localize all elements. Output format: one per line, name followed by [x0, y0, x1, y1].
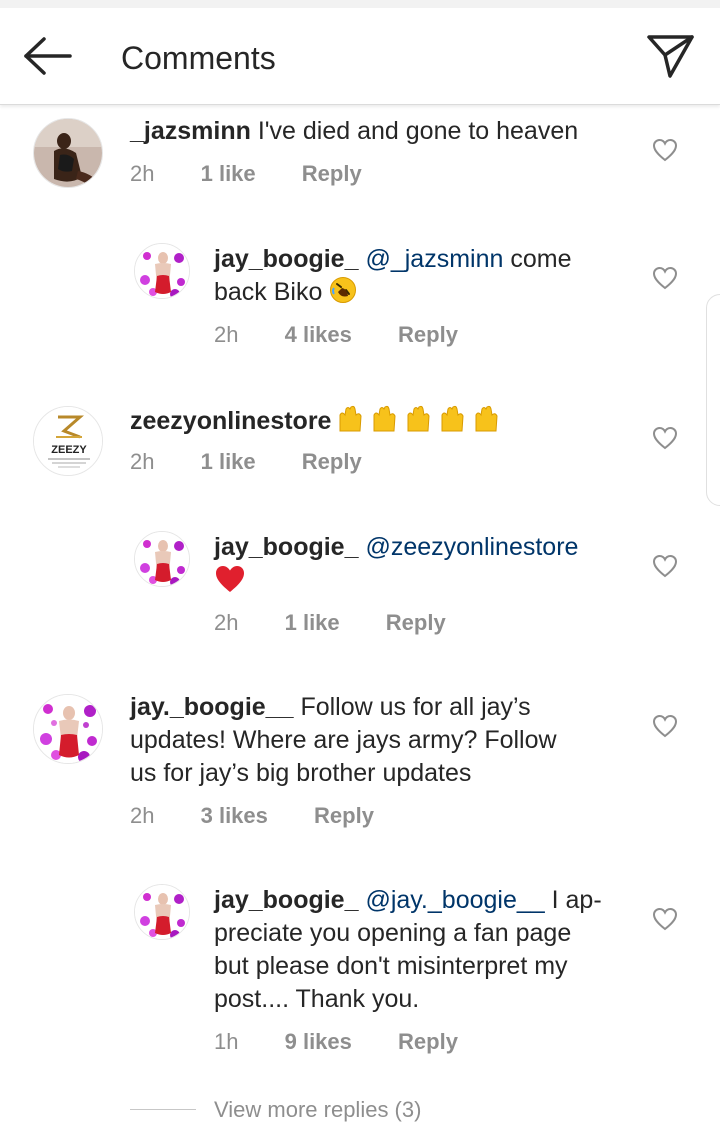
mention-link[interactable]: @zeezyonlinestore — [365, 533, 578, 561]
rolling-laughing-emoji — [329, 276, 357, 313]
heart-icon[interactable] — [652, 426, 678, 450]
reply-button[interactable]: Reply — [398, 1028, 458, 1056]
comment-likes[interactable]: 3 likes — [201, 802, 268, 830]
reply-button[interactable]: Reply — [302, 160, 362, 188]
comment-likes[interactable]: 1 like — [201, 448, 256, 476]
comment-text: preciate you opening a fan page — [214, 919, 572, 947]
comment-username[interactable]: jay_boogie_ — [214, 533, 359, 561]
reply-button[interactable]: Reply — [302, 448, 362, 476]
comment-text: come — [510, 245, 572, 273]
heart-icon[interactable] — [652, 554, 678, 578]
avatar[interactable] — [134, 243, 190, 299]
reply-button[interactable]: Reply — [398, 321, 458, 349]
comment-username[interactable]: jay._boogie__ — [130, 693, 294, 721]
comment-likes[interactable]: 1 like — [285, 609, 340, 637]
back-arrow-icon[interactable] — [22, 36, 74, 76]
comment-text: post.... Thank you. — [214, 985, 420, 1013]
mention-link[interactable]: @jay._boogie__ — [365, 886, 544, 914]
reply-button[interactable]: Reply — [314, 802, 374, 830]
comment-text: I ap- — [551, 886, 602, 914]
comment-text: updates! Where are jays army? Follow — [130, 726, 557, 754]
avatar[interactable] — [33, 694, 103, 764]
comment-time: 2h — [214, 322, 239, 347]
comment-text: us for jay’s big brother updates — [130, 759, 472, 787]
heart-icon[interactable] — [652, 138, 678, 162]
comment-text: Follow us for all jay’s — [300, 693, 531, 721]
comment-username[interactable]: zeezyonlinestore — [130, 407, 331, 435]
comment-text: back Biko — [214, 278, 323, 306]
comment-time: 2h — [130, 449, 155, 474]
zeezy-logo-text: ZEEZY — [51, 444, 87, 456]
comment-username[interactable]: jay_boogie_ — [214, 886, 359, 914]
send-icon[interactable] — [644, 32, 696, 82]
red-heart-emoji — [214, 564, 246, 603]
comment-time: 2h — [130, 161, 155, 186]
comment-likes[interactable]: 1 like — [201, 160, 256, 188]
side-overlay-edge — [706, 294, 720, 506]
header-bar: Comments — [0, 8, 720, 105]
reply-button[interactable]: Reply — [386, 609, 446, 637]
view-more-replies-button[interactable]: View more replies (3) — [214, 1096, 421, 1124]
heart-icon[interactable] — [652, 714, 678, 738]
comment-username[interactable]: _jazsminn — [130, 117, 251, 145]
avatar[interactable] — [134, 884, 190, 940]
comment-time: 2h — [214, 610, 239, 635]
avatar[interactable] — [33, 118, 103, 188]
comment-time: 2h — [130, 803, 155, 828]
heart-icon[interactable] — [652, 266, 678, 290]
comment-text: but please don't misinterpret my — [214, 952, 568, 980]
divider-line — [130, 1109, 196, 1110]
comment-text: I've died and gone to heaven — [257, 117, 579, 145]
avatar[interactable] — [134, 531, 190, 587]
heart-icon[interactable] — [652, 907, 678, 931]
raising-hands-emoji — [338, 403, 510, 442]
comment-username[interactable]: jay_boogie_ — [214, 245, 359, 273]
comment-likes[interactable]: 4 likes — [285, 321, 352, 349]
page-title: Comments — [121, 40, 276, 76]
comment-time: 1h — [214, 1029, 239, 1054]
comment-likes[interactable]: 9 likes — [285, 1028, 352, 1056]
status-strip — [0, 0, 720, 8]
avatar[interactable]: ZEEZY — [33, 406, 103, 476]
mention-link[interactable]: @_jazsminn — [365, 245, 503, 273]
